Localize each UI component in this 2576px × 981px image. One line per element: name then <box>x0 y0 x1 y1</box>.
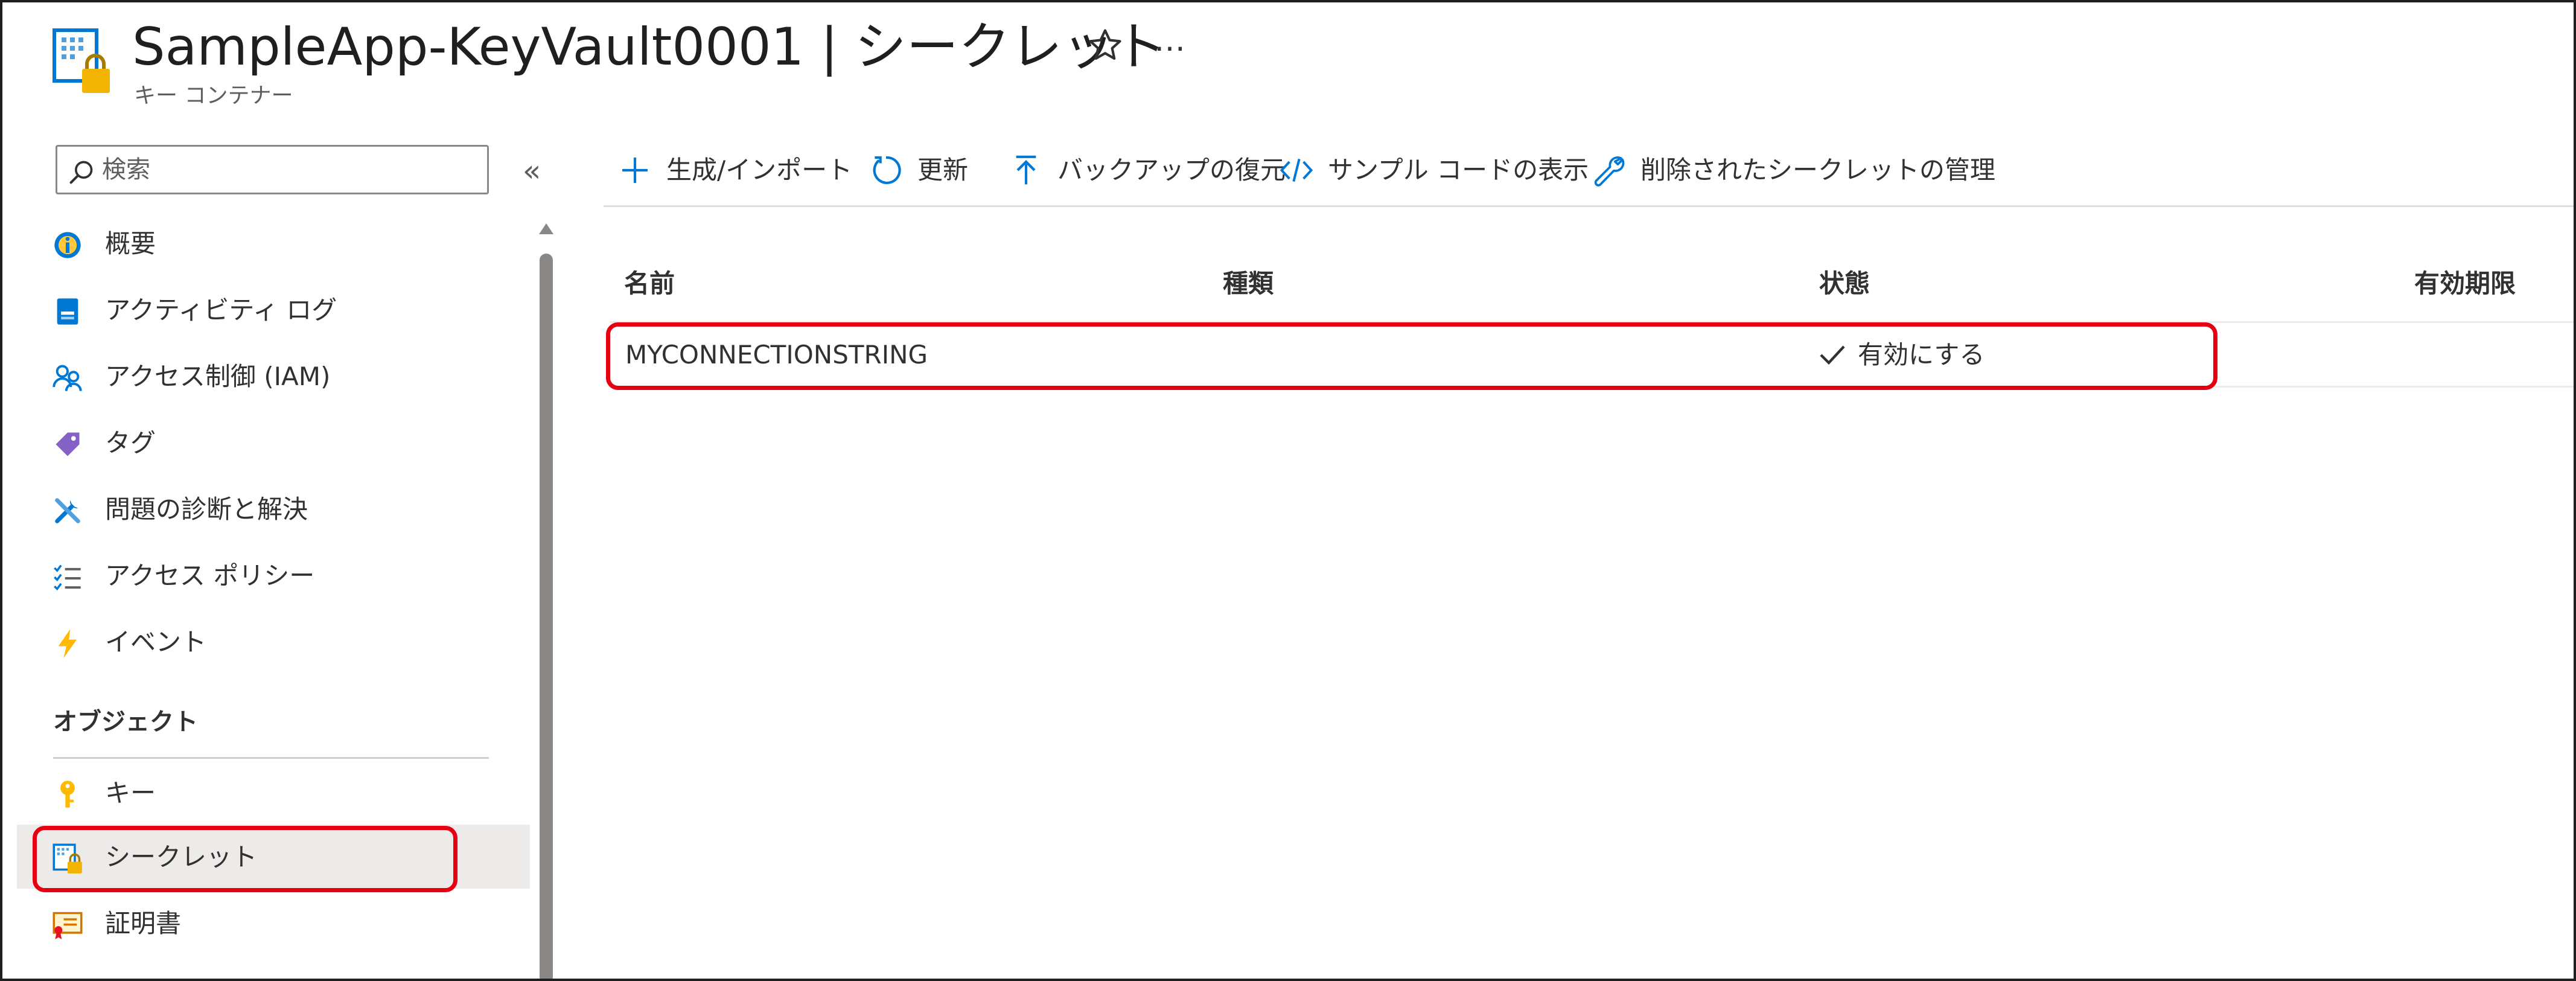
manage-deleted-secrets-label: 削除されたシークレットの管理 <box>1640 155 1996 185</box>
nav-item-tags[interactable]: タグ <box>17 411 530 475</box>
event-icon <box>58 629 77 658</box>
column-header-type[interactable]: 種類 <box>1223 264 1274 303</box>
scrollbar-thumb[interactable] <box>540 254 553 979</box>
nav-item-label: 概要 <box>105 229 156 258</box>
nav-item-overview[interactable]: 概要 <box>17 211 530 275</box>
more-options-icon[interactable]: … <box>1154 25 1190 62</box>
nav-item-certificates[interactable]: 証明書 <box>17 891 530 955</box>
checkmark-icon <box>1820 345 1845 365</box>
portal-window: SampleApp-KeyVault0001 | シークレット … キー コンテ… <box>0 0 2576 981</box>
page-title: SampleApp-KeyVault0001 | シークレット <box>132 17 1166 77</box>
plus-icon <box>622 158 648 183</box>
access-control-icon <box>53 365 82 391</box>
nav-item-label: 証明書 <box>105 909 182 938</box>
wrench-icon <box>1594 156 1625 187</box>
nav-item-access-policy[interactable]: アクセス ポリシー <box>17 543 530 607</box>
create-import-label: 生成/インポート <box>666 155 853 185</box>
access-policy-icon <box>54 564 81 591</box>
nav-search-input[interactable] <box>102 150 476 189</box>
column-header-status[interactable]: 状態 <box>1819 264 1870 303</box>
favorite-star-icon[interactable] <box>1086 27 1124 64</box>
nav-item-label: シークレット <box>105 842 258 872</box>
key-icon <box>60 781 75 808</box>
refresh-button[interactable]: 更新 <box>869 145 990 194</box>
nav-item-keys[interactable]: キー <box>17 761 530 825</box>
manage-deleted-secrets-button[interactable]: 削除されたシークレットの管理 <box>1592 145 1995 194</box>
header-row-divider <box>610 321 2574 323</box>
diagnose-icon <box>55 498 80 523</box>
nav-section-objects: オブジェクト <box>53 708 198 736</box>
code-icon <box>1280 158 1313 182</box>
secret-icon <box>53 843 82 874</box>
collapse-nav-icon[interactable]: « <box>517 150 547 192</box>
nav-item-label: イベント <box>105 627 207 657</box>
column-header-name[interactable]: 名前 <box>624 264 675 303</box>
key-vault-icon <box>53 28 110 93</box>
scroll-up-arrow-icon[interactable] <box>537 220 555 237</box>
view-sample-code-label: サンプル コードの表示 <box>1328 155 1589 185</box>
view-sample-code-button[interactable]: サンプル コードの表示 <box>1280 145 1589 194</box>
nav-item-label: 問題の診断と解決 <box>105 494 308 524</box>
command-bar-divider <box>604 205 2574 207</box>
nav-item-label: タグ <box>105 428 156 458</box>
create-import-button[interactable]: 生成/インポート <box>618 145 852 194</box>
refresh-label: 更新 <box>917 155 969 185</box>
secret-status-label: 有効にする <box>1858 340 1985 369</box>
nav-item-secrets[interactable]: シークレット <box>17 825 530 889</box>
nav-item-label: キー <box>105 778 156 808</box>
nav-item-activity-log[interactable]: アクティビティ ログ <box>17 278 530 342</box>
restore-backup-button[interactable]: バックアップの復元 <box>1009 145 1286 194</box>
restore-backup-label: バックアップの復元 <box>1057 155 1286 185</box>
search-icon <box>69 161 93 184</box>
nav-search-box[interactable] <box>56 145 489 194</box>
resource-type-subtitle: キー コンテナー <box>134 83 293 108</box>
table-row[interactable]: MYCONNECTIONSTRING 有効にする <box>610 324 2574 388</box>
column-header-expiration[interactable]: 有効期限 <box>2414 264 2516 303</box>
nav-scrollbar[interactable] <box>537 220 555 979</box>
upload-icon <box>1016 155 1036 185</box>
section-divider <box>53 757 489 759</box>
nav-item-events[interactable]: イベント <box>17 610 530 674</box>
nav-item-label: アクティビティ ログ <box>105 295 337 325</box>
overview-icon <box>54 232 81 258</box>
nav-item-diagnose[interactable]: 問題の診断と解決 <box>17 477 530 541</box>
nav-item-access-control[interactable]: アクセス制御 (IAM) <box>17 344 530 408</box>
activity-log-icon <box>57 298 78 325</box>
tag-icon <box>56 432 80 456</box>
certificate-icon <box>53 912 83 939</box>
secret-name-link[interactable]: MYCONNECTIONSTRING <box>625 337 928 373</box>
nav-item-label: アクセス制御 (IAM) <box>105 362 331 391</box>
nav-item-label: アクセス ポリシー <box>105 561 315 590</box>
refresh-icon <box>873 156 901 185</box>
